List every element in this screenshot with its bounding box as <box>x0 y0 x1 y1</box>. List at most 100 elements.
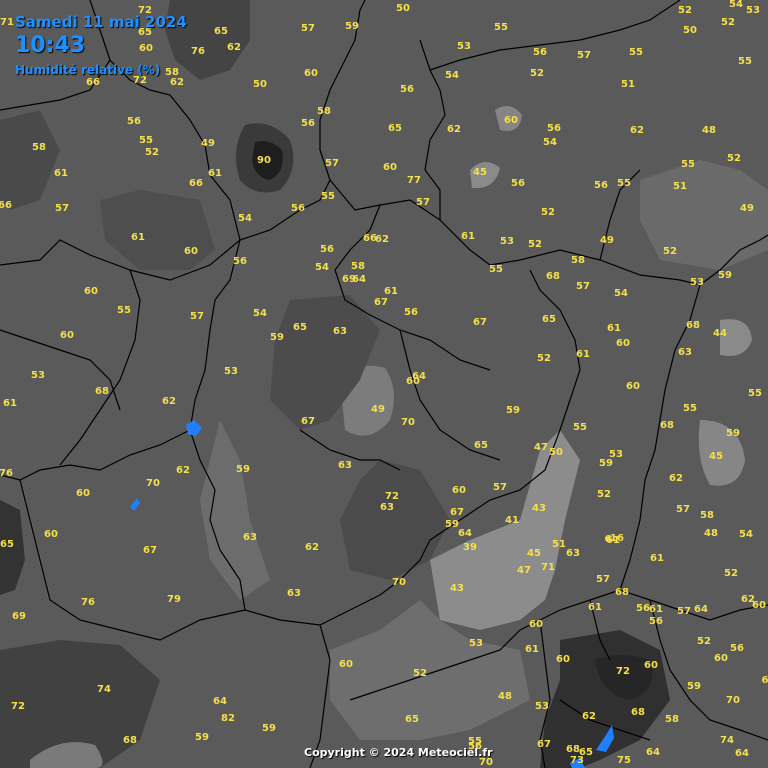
station-humidity-value: 54 <box>238 213 252 224</box>
station-humidity-value: 60 <box>752 600 766 611</box>
station-humidity-value: 56 <box>404 307 418 318</box>
station-humidity-value: 72 <box>385 491 399 502</box>
station-humidity-value: 63 <box>287 588 301 599</box>
station-humidity-value: 61 <box>525 644 539 655</box>
copyright-notice: Copyright © 2024 Meteociel.fr <box>304 746 493 759</box>
station-humidity-value: 62 <box>630 125 644 136</box>
station-humidity-value: 60 <box>626 381 640 392</box>
station-humidity-value: 55 <box>617 178 631 189</box>
station-humidity-value: 64 <box>352 274 366 285</box>
station-humidity-value: 45 <box>709 451 723 462</box>
station-humidity-value: 49 <box>740 203 754 214</box>
station-humidity-value: 68 <box>686 320 700 331</box>
station-humidity-value: 72 <box>11 701 25 712</box>
station-humidity-value: 72 <box>616 666 630 677</box>
station-humidity-value: 55 <box>683 403 697 414</box>
station-humidity-value: 39 <box>463 542 477 553</box>
station-humidity-value: 60 <box>644 660 658 671</box>
station-humidity-value: 63 <box>243 532 257 543</box>
station-humidity-value: 56 <box>636 603 650 614</box>
station-humidity-value: 54 <box>739 529 753 540</box>
station-humidity-value: 56 <box>547 123 561 134</box>
station-humidity-value: 67 <box>301 416 315 427</box>
station-humidity-value: 66 <box>189 178 203 189</box>
station-humidity-value: 64 <box>735 748 749 759</box>
station-humidity-value: 57 <box>301 23 315 34</box>
station-humidity-value: 62 <box>582 711 596 722</box>
station-humidity-value: 55 <box>321 191 335 202</box>
station-humidity-value: 16 <box>610 533 624 544</box>
station-humidity-value: 56 <box>400 84 414 95</box>
station-humidity-value: 6 <box>762 675 768 686</box>
station-humidity-value: 61 <box>607 323 621 334</box>
station-humidity-value: 56 <box>291 203 305 214</box>
station-humidity-value: 41 <box>505 515 519 526</box>
station-humidity-value: 62 <box>375 234 389 245</box>
station-humidity-value: 43 <box>450 583 464 594</box>
station-humidity-value: 52 <box>528 239 542 250</box>
station-humidity-value: 59 <box>726 428 740 439</box>
station-humidity-value: 48 <box>702 125 716 136</box>
station-humidity-value: 58 <box>571 255 585 266</box>
station-humidity-value: 77 <box>407 175 421 186</box>
station-humidity-value: 47 <box>517 565 531 576</box>
station-humidity-value: 52 <box>537 353 551 364</box>
station-humidity-value: 76 <box>191 46 205 57</box>
station-humidity-value: 58 <box>665 714 679 725</box>
station-humidity-value: 60 <box>84 286 98 297</box>
station-humidity-value: 56 <box>730 643 744 654</box>
station-humidity-value: 56 <box>301 118 315 129</box>
station-humidity-value: 56 <box>511 178 525 189</box>
station-humidity-value: 65 <box>388 123 402 134</box>
station-humidity-value: 57 <box>416 197 430 208</box>
station-humidity-value: 52 <box>663 246 677 257</box>
station-humidity-value: 55 <box>738 56 752 67</box>
station-humidity-value: 65 <box>0 539 14 550</box>
station-humidity-value: 68 <box>566 744 580 755</box>
station-humidity-value: 60 <box>76 488 90 499</box>
station-humidity-value: 61 <box>208 168 222 179</box>
station-humidity-value: 56 <box>233 256 247 267</box>
station-humidity-value: 60 <box>504 115 518 126</box>
station-humidity-value: 62 <box>176 465 190 476</box>
station-humidity-value: 76 <box>81 597 95 608</box>
station-humidity-value: 47 <box>534 442 548 453</box>
station-humidity-value: 60 <box>529 619 543 630</box>
station-humidity-value: 59 <box>687 681 701 692</box>
station-humidity-value: 74 <box>97 684 111 695</box>
humidity-map-canvas: 5055525052545357 5965726560 6276586266 7260… <box>0 0 768 768</box>
station-humidity-value: 68 <box>123 735 137 746</box>
station-humidity-value: 68 <box>95 386 109 397</box>
station-humidity-value: 66 <box>0 200 12 211</box>
station-humidity-value: 52 <box>678 5 692 16</box>
station-humidity-value: 60 <box>452 485 466 496</box>
forecast-date: Samedi 11 mai 2024 <box>15 13 187 31</box>
station-humidity-value: 53 <box>500 236 514 247</box>
station-humidity-value: 50 <box>253 79 267 90</box>
station-humidity-value: 60 <box>184 246 198 257</box>
station-humidity-value: 64 <box>646 747 660 758</box>
station-humidity-value: 73 <box>570 755 584 766</box>
station-humidity-value: 56 <box>127 116 141 127</box>
station-humidity-value: 60 <box>714 653 728 664</box>
station-humidity-value: 64 <box>458 528 472 539</box>
station-humidity-value: 55 <box>117 305 131 316</box>
station-humidity-value: 57 <box>325 158 339 169</box>
station-humidity-value: 57 <box>676 504 690 515</box>
station-humidity-value: 58 <box>351 261 365 272</box>
station-humidity-value: 52 <box>530 68 544 79</box>
station-humidity-value: 63 <box>333 326 347 337</box>
station-humidity-value: 90 <box>257 155 271 166</box>
station-humidity-value: 57 <box>677 606 691 617</box>
station-humidity-value: 52 <box>721 17 735 28</box>
station-humidity-value: 53 <box>746 5 760 16</box>
station-humidity-value: 59 <box>718 270 732 281</box>
station-humidity-value: 61 <box>650 553 664 564</box>
station-humidity-value: 49 <box>201 138 215 149</box>
station-humidity-value: 52 <box>413 668 427 679</box>
station-humidity-value: 45 <box>473 167 487 178</box>
station-humidity-value: 54 <box>543 137 557 148</box>
station-humidity-value: 65 <box>214 26 228 37</box>
station-humidity-value: 62 <box>162 396 176 407</box>
station-humidity-value: 59 <box>270 332 284 343</box>
